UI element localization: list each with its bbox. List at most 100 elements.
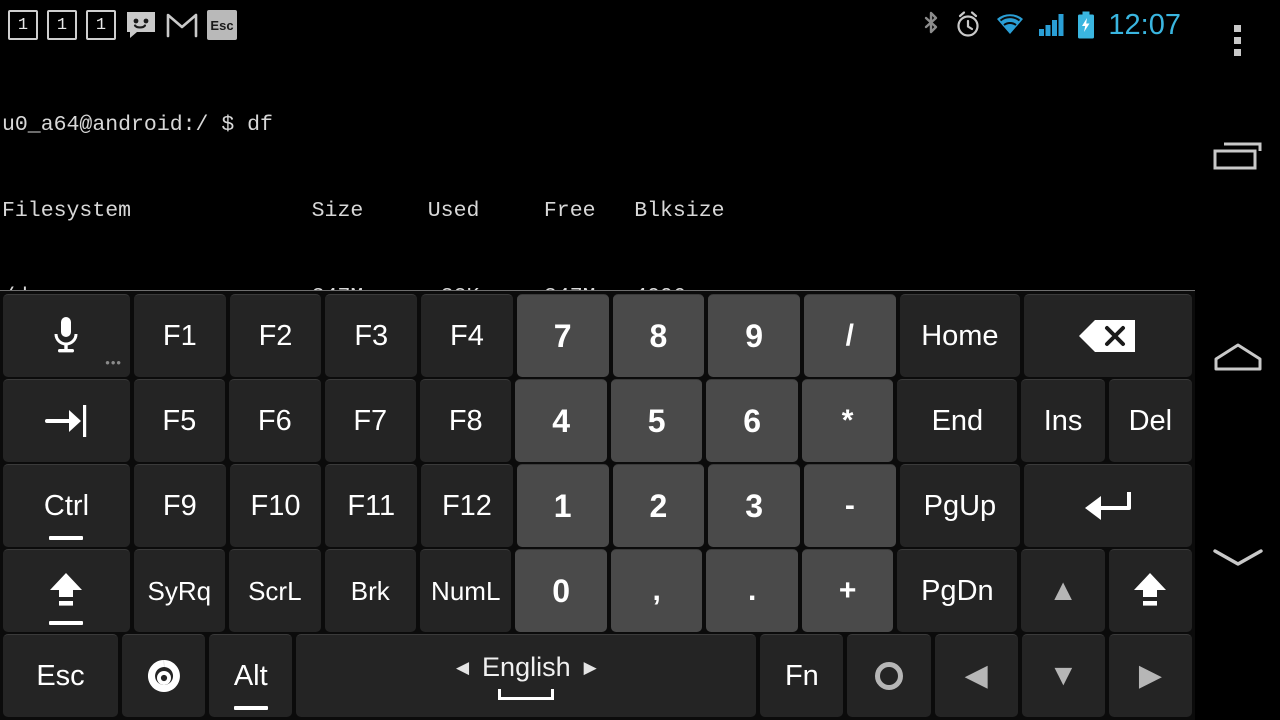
modifier-indicator [233,706,268,710]
key-backspace[interactable] [1024,294,1192,377]
key-f8[interactable]: F8 [420,379,512,462]
key-pgup-label: PgUp [923,489,997,522]
key-f12-label: F12 [441,489,492,522]
shift-icon [50,573,83,606]
key-f1-label: F1 [162,319,197,352]
key-home-label: Home [921,319,999,352]
key-f6-label: F6 [257,404,292,437]
key-pgup[interactable]: PgUp [899,464,1021,547]
more-options-icon[interactable]: ••• [105,356,122,369]
back-icon[interactable] [1195,528,1280,588]
key-ctrl[interactable]: Ctrl [3,464,130,547]
key-ins[interactable]: Ins [1021,379,1105,462]
key-del-label: Del [1128,404,1173,437]
key-arrow-left-label: ◀ [964,659,988,692]
key-f3-label: F3 [354,319,389,352]
key-f5[interactable]: F5 [133,379,226,462]
prev-language-icon[interactable]: ◀ [456,658,469,678]
key-period-label: . [747,574,757,607]
key-1[interactable]: 1 [516,464,609,547]
key-circle[interactable] [847,634,931,717]
key-plus[interactable]: + [801,549,894,632]
key-mic[interactable]: ••• [3,294,130,377]
key-alt[interactable]: Alt [209,634,293,717]
key-minus-label: - [844,489,855,522]
key-f11[interactable]: F11 [325,464,418,547]
key-end-label: End [931,404,984,437]
key-tab[interactable] [3,379,130,462]
keyboard-row: ••• F1 F2 F3 F4 7 8 9 / Home [1,293,1194,378]
overflow-menu-icon[interactable] [1195,0,1280,80]
key-arrow-right[interactable]: ▶ [1108,634,1193,717]
key-3-label: 3 [745,488,763,524]
key-settings[interactable] [122,634,206,717]
key-f1[interactable]: F1 [133,294,226,377]
modifier-indicator [49,536,84,540]
key-break[interactable]: Brk [324,549,416,632]
key-4[interactable]: 4 [515,379,607,462]
key-shift-left[interactable] [3,549,130,632]
on-screen-keyboard[interactable]: ••• F1 F2 F3 F4 7 8 9 / Home F5 F6 F7 F8 4 5 6 * End Ins Del… [0,290,1195,720]
key-f2[interactable]: F2 [229,294,322,377]
key-fn[interactable]: Fn [760,634,844,717]
home-icon[interactable] [1195,328,1280,388]
key-f5-label: F5 [162,404,197,437]
settings-ring-icon [147,660,180,692]
key-arrow-up[interactable]: ▲ [1021,549,1105,632]
key-f10[interactable]: F10 [229,464,322,547]
key-home[interactable]: Home [899,294,1021,377]
key-period[interactable]: . [706,549,798,632]
key-f3[interactable]: F3 [325,294,418,377]
key-slash-label: / [845,319,854,352]
key-scrolllock-label: ScrL [248,576,302,606]
key-minus[interactable]: - [803,464,896,547]
key-f4[interactable]: F4 [421,294,513,377]
key-5[interactable]: 5 [610,379,703,462]
key-asterisk[interactable]: * [801,379,894,462]
modifier-indicator [49,621,84,625]
terminal-output[interactable]: u0_a64@android:/ $ df Filesystem Size Us… [0,50,1195,720]
key-esc[interactable]: Esc [3,634,119,717]
keyboard-row: Ctrl F9 F10 F11 F12 1 2 3 - PgUp [1,463,1194,548]
key-4-label: 4 [552,403,571,439]
key-arrow-down-label: ▼ [1048,659,1079,692]
backspace-icon [1079,320,1136,352]
key-scrolllock[interactable]: ScrL [229,549,321,632]
key-f6[interactable]: F6 [229,379,321,462]
key-numlock[interactable]: NumL [420,549,512,632]
recent-apps-icon[interactable] [1195,128,1280,188]
key-arrow-right-label: ▶ [1138,659,1162,692]
key-f12[interactable]: F12 [421,464,513,547]
status-bar-clock: 12:07 [1108,8,1181,41]
key-space[interactable]: ◀ English ▶ [296,634,757,717]
key-enter[interactable] [1024,464,1192,547]
key-break-label: Brk [350,576,390,606]
key-arrow-left[interactable]: ◀ [934,634,1018,717]
key-9[interactable]: 9 [708,294,800,377]
notification-icons: 1 1 1 Esc [0,10,237,40]
key-arrow-down[interactable]: ▼ [1021,634,1105,717]
key-plus-label: + [838,574,857,607]
key-asterisk-label: * [841,404,854,437]
key-del[interactable]: Del [1108,379,1192,462]
key-end[interactable]: End [897,379,1018,462]
key-pgdn[interactable]: PgDn [897,549,1018,632]
key-f7[interactable]: F7 [324,379,416,462]
key-2[interactable]: 2 [612,464,705,547]
key-3[interactable]: 3 [708,464,800,547]
space-language-indicator: ◀ English ▶ [456,652,597,683]
key-0[interactable]: 0 [515,549,607,632]
status-bar: 1 1 1 Esc 12:07 [0,0,1195,50]
next-language-icon[interactable]: ▶ [584,658,597,678]
key-slash[interactable]: / [803,294,896,377]
key-comma[interactable]: , [610,549,703,632]
key-8[interactable]: 8 [612,294,705,377]
key-6[interactable]: 6 [706,379,798,462]
notification-count-icon-1: 1 [8,10,38,40]
keyboard-row: Esc Alt ◀ English ▶ Fn ◀ ▼ ▶ [1,633,1194,718]
system-status-icons: 12:07 [921,9,1195,42]
key-shift-right[interactable] [1108,549,1192,632]
key-7[interactable]: 7 [516,294,609,377]
key-f9[interactable]: F9 [133,464,226,547]
key-sysrq[interactable]: SyRq [133,549,226,632]
